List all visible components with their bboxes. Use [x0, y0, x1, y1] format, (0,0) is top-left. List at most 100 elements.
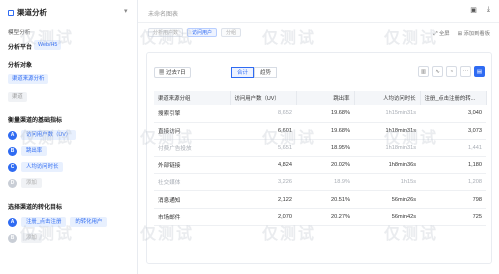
fullscreen-button[interactable]: ⤢ 全屏: [433, 29, 449, 38]
dim-d[interactable]: D 添加: [8, 178, 42, 188]
bar-chart-icon[interactable]: ▥: [418, 66, 429, 77]
fullscreen-label: 全屏: [438, 31, 450, 37]
col-header-conversion[interactable]: 注册_点击注册的转...: [420, 91, 487, 105]
conversion-b[interactable]: B 添加: [8, 233, 42, 243]
cell-channel: 外部链接: [154, 156, 230, 175]
table-row[interactable]: 外部链接 4,824 20.02% 1h8min36s 1,180: [154, 156, 486, 175]
download-icon[interactable]: ⤓: [487, 6, 490, 14]
cell-channel: 社交媒体: [154, 173, 230, 192]
chip-users[interactable]: 分析用户数: [148, 28, 184, 37]
panel-title-text: 渠道分析: [17, 8, 47, 17]
cell-bounce: 20.02%: [296, 156, 354, 175]
badge-c: C: [8, 162, 17, 172]
cell-duration: 1h18min31s: [354, 122, 420, 140]
object-select-2[interactable]: 渠道: [8, 92, 27, 102]
table-header-row: 渠道来源分组 访问用户数（UV） 跳出率 人均访问时长 注册_点击注册的转...: [154, 91, 487, 105]
more-chart-icon[interactable]: ⋯: [460, 66, 471, 77]
col-header-channel[interactable]: 渠道来源分组: [154, 91, 231, 105]
table-row[interactable]: 直接访问 6,601 19.68% 1h18min31s 3,073: [154, 122, 486, 140]
cell-uv: 5,651: [230, 139, 296, 158]
header-actions: ⤢ 全屏 ⊞ 添加到看板: [433, 29, 490, 38]
cell-channel: 搜索引擎: [154, 105, 230, 123]
table-row[interactable]: 付费广告投放 5,651 18.95% 1h18min31s 1,441: [154, 139, 486, 158]
conversion-label: 选择渠道的转化目标: [8, 205, 63, 211]
cell-conversion: 1,441: [420, 139, 486, 158]
badge-b: B: [8, 146, 17, 156]
dim-tag[interactable]: 访问用户数（UV）: [21, 130, 77, 140]
object-label: 分析对象: [8, 63, 33, 69]
cell-channel: 消息通知: [154, 190, 230, 209]
conversion-tag[interactable]: 注册_点击注册: [21, 217, 67, 227]
col-header-duration[interactable]: 人均访问时长: [354, 91, 421, 105]
cell-duration: 56min42s: [354, 208, 420, 226]
cell-uv: 4,824: [230, 156, 296, 175]
top-icons: ▣ ⤓: [470, 6, 490, 14]
watermark: 仅测试: [262, 30, 317, 47]
add-board-label: 添加到看板: [463, 31, 491, 37]
cell-uv: 2,122: [230, 190, 296, 209]
dim-b[interactable]: B 跳出率: [8, 146, 48, 156]
cell-bounce: 19.68%: [296, 105, 354, 123]
platform-select[interactable]: Web/H5: [34, 40, 62, 50]
chart-type-buttons: ▥ ∿ ◔ ⋯ ▤: [418, 66, 485, 77]
date-range-picker[interactable]: ▦ 过去7日: [154, 67, 191, 78]
object-select[interactable]: 渠道来源分析: [8, 74, 49, 84]
chip-visit[interactable]: 访问用户: [187, 28, 218, 37]
cell-duration: 56min26s: [354, 190, 420, 209]
data-table: 渠道来源分组 访问用户数（UV） 跳出率 人均访问时长 注册_点击注册的转...…: [154, 91, 487, 226]
cell-channel: 直接访问: [154, 122, 230, 140]
dim-a[interactable]: A 访问用户数（UV）: [8, 130, 77, 140]
chart-title[interactable]: 未命名图表: [148, 9, 178, 18]
save-icon[interactable]: ▣: [470, 6, 477, 14]
conversion-tag-2[interactable]: 的转化用户: [70, 217, 108, 227]
chart-icon: [8, 9, 14, 16]
add-to-board-button[interactable]: ⊞ 添加到看板: [458, 29, 490, 38]
date-range-label: 过去7日: [166, 70, 186, 76]
cell-uv: 6,601: [230, 122, 296, 140]
col-header-bounce[interactable]: 跳出率: [296, 91, 355, 105]
dim-tag[interactable]: 人均访问时长: [21, 162, 64, 172]
col-header-uv[interactable]: 访问用户数（UV）: [230, 91, 297, 105]
cell-duration: 1h8min36s: [354, 156, 420, 175]
table-row[interactable]: 消息通知 2,122 20.51% 56min26s 798: [154, 190, 486, 209]
cell-bounce: 18.95%: [296, 139, 354, 158]
cell-uv: 2,070: [230, 208, 296, 226]
section-model-label: 模型分析: [8, 30, 31, 36]
cell-bounce: 20.51%: [296, 190, 354, 209]
divider: [138, 22, 499, 23]
badge-a: A: [8, 217, 17, 227]
chevron-down-icon[interactable]: ▾: [124, 7, 128, 15]
cell-bounce: 19.68%: [296, 122, 354, 140]
filter-chips: 分析用户数 访问用户 分组: [148, 28, 242, 37]
table-view-icon[interactable]: ▤: [474, 66, 485, 77]
dims-label: 衡量渠道的基础指标: [8, 118, 63, 124]
add-conversion-tag[interactable]: 添加: [21, 233, 42, 243]
pie-chart-icon[interactable]: ◔: [446, 66, 457, 77]
cell-conversion: 725: [420, 208, 486, 226]
view-mode-segment: 合计 趋势: [231, 67, 278, 78]
card-toolbar: ▦ 过去7日: [154, 67, 191, 78]
cell-conversion: 1,180: [420, 156, 486, 175]
cell-duration: 1h18min31s: [354, 139, 420, 158]
calendar-icon: ▦: [159, 70, 167, 76]
seg-total[interactable]: 合计: [231, 67, 255, 78]
add-dim-tag[interactable]: 添加: [21, 178, 42, 188]
platform-label: 分析平台: [8, 45, 33, 51]
seg-trend[interactable]: 趋势: [254, 67, 278, 78]
table-row[interactable]: 搜索引擎 8,652 19.68% 1h15min31s 3,040: [154, 105, 486, 123]
dim-c[interactable]: C 人均访问时长: [8, 162, 64, 172]
watermark: 仅测试: [384, 30, 439, 47]
badge-a: A: [8, 130, 17, 140]
table-row[interactable]: 市场邮件 2,070 20.27% 56min42s 725: [154, 208, 486, 226]
cell-conversion: 1,208: [420, 173, 486, 192]
cell-uv: 3,226: [230, 173, 296, 192]
left-panel: 渠道分析 ▾ 模型分析 分析平台 Web/H5 分析对象 渠道来源分析 渠道 衡…: [0, 0, 138, 274]
table-row[interactable]: 社交媒体 3,226 18.9% 1h15s 1,208: [154, 173, 486, 192]
chip-group[interactable]: 分组: [221, 28, 242, 37]
cell-channel: 付费广告投放: [154, 139, 230, 158]
line-chart-icon[interactable]: ∿: [432, 66, 443, 77]
cell-duration: 1h15min31s: [354, 105, 420, 123]
panel-title: 渠道分析: [8, 7, 47, 18]
conversion-a[interactable]: A 注册_点击注册 的转化用户: [8, 217, 108, 227]
dim-tag[interactable]: 跳出率: [21, 146, 48, 156]
